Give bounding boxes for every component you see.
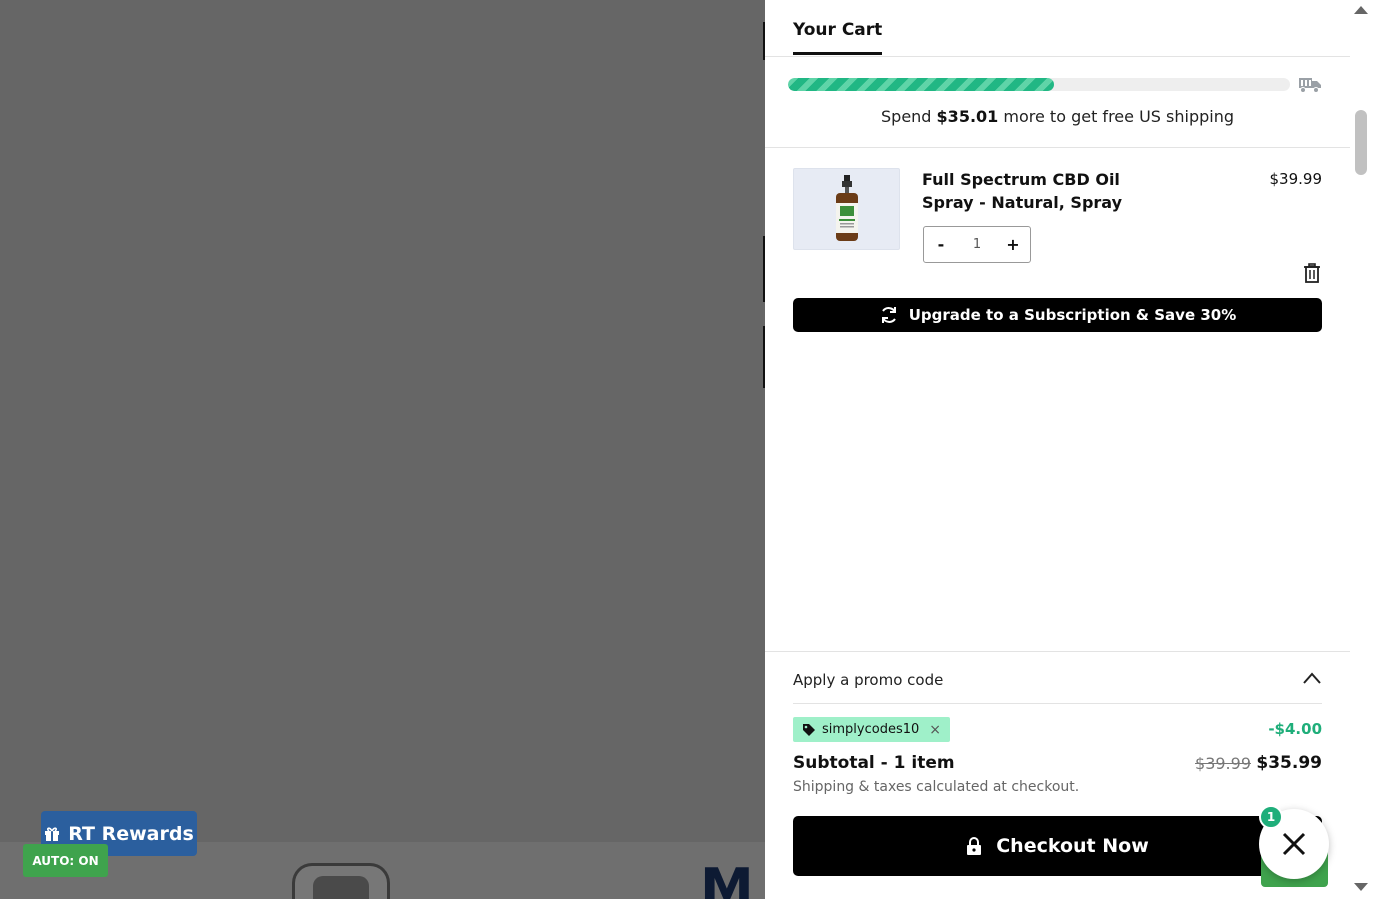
free-shipping-message: Spend $35.01 more to get free US shippin… — [765, 107, 1350, 126]
gift-icon — [45, 826, 60, 841]
chevron-up-icon[interactable] — [1302, 671, 1322, 685]
applied-promo-tag: simplycodes10 × — [793, 717, 951, 742]
cart-title-tab[interactable]: Your Cart — [793, 20, 883, 55]
divider — [765, 147, 1350, 148]
subtotal-final-price: $35.99 — [1256, 753, 1322, 773]
checkout-label: Checkout Now — [996, 835, 1149, 857]
product-image[interactable] — [793, 168, 900, 250]
quantity-stepper: - 1 + — [923, 226, 1031, 263]
scrollbar-thumb[interactable] — [1355, 110, 1367, 175]
rewards-label: RT Rewards — [68, 822, 194, 845]
upgrade-label: Upgrade to a Subscription & Save 30% — [908, 306, 1237, 324]
free-shipping-progress-bar — [788, 78, 1290, 91]
shipping-note: Shipping & taxes calculated at checkout. — [793, 779, 1080, 795]
discount-amount: -$4.00 — [1268, 720, 1322, 738]
auto-toggle-button[interactable]: AUTO: ON — [23, 844, 108, 877]
close-icon — [1282, 832, 1306, 856]
cart-drawer: Your Cart Spend $35.01 more to get free … — [765, 0, 1350, 899]
shipping-suffix: more to get free US shipping — [1003, 107, 1234, 126]
shipping-amount: $35.01 — [936, 107, 999, 126]
refresh-icon — [881, 307, 896, 323]
spray-bottle-image — [835, 175, 858, 241]
subtotal-label: Subtotal - 1 item — [793, 753, 955, 773]
shipping-prefix: Spend — [881, 107, 932, 126]
notification-badge: 1 — [1259, 805, 1283, 829]
background-heading: M — [700, 857, 754, 899]
product-price: $39.99 — [1269, 170, 1323, 188]
background-product-image — [292, 863, 390, 899]
quantity-decrease-button[interactable]: - — [924, 235, 958, 254]
quantity-value[interactable]: 1 — [958, 237, 996, 252]
scroll-down-arrow-icon[interactable] — [1354, 883, 1368, 891]
quantity-increase-button[interactable]: + — [996, 235, 1030, 254]
remove-promo-button[interactable]: × — [929, 722, 941, 738]
divider — [765, 651, 1350, 652]
promo-toggle-label: Apply a promo code — [793, 671, 944, 689]
truck-icon — [1299, 78, 1321, 93]
product-title[interactable]: Full Spectrum CBD Oil Spray - Natural, S… — [922, 168, 1132, 214]
tag-icon — [803, 723, 815, 736]
progress-fill — [788, 78, 1055, 91]
cart-header: Your Cart — [765, 0, 1350, 57]
upgrade-subscription-button[interactable]: Upgrade to a Subscription & Save 30% — [793, 298, 1322, 332]
lock-icon — [967, 837, 982, 855]
promo-code-text: simplycodes10 — [822, 722, 920, 737]
divider — [793, 703, 1322, 704]
trash-icon[interactable] — [1303, 263, 1321, 283]
promo-code-toggle[interactable]: Apply a promo code — [793, 671, 1322, 693]
scroll-up-arrow-icon[interactable] — [1354, 6, 1368, 14]
subtotal-original-price: $39.99 — [1195, 754, 1251, 773]
checkout-button[interactable]: Checkout Now — [793, 816, 1322, 876]
